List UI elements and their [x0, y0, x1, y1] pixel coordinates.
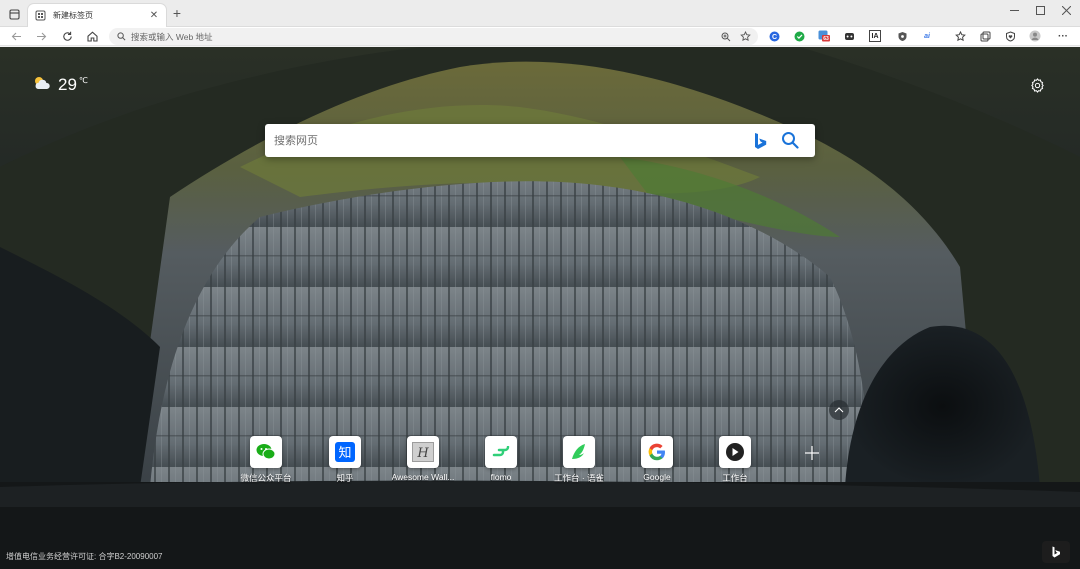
- quicklink-label: flomo: [490, 472, 512, 482]
- weather-widget[interactable]: 29 ℃: [32, 75, 88, 95]
- search-icon[interactable]: [781, 131, 799, 149]
- browser-toolbar: C 63 IA ai ···: [0, 27, 1080, 46]
- quicklink-label: Awesome Wall...: [391, 472, 455, 482]
- workbench-icon: [719, 436, 751, 468]
- svg-text:63: 63: [823, 36, 829, 42]
- address-input[interactable]: [131, 31, 691, 42]
- add-quicklink-button[interactable]: [800, 441, 824, 465]
- arrow-left-icon: [11, 32, 21, 40]
- ia-ext-label: IA: [871, 32, 879, 40]
- home-icon: [86, 30, 98, 42]
- badge-ext-icon[interactable]: 63: [818, 30, 830, 42]
- flomo-icon: [485, 436, 517, 468]
- quicklink-yuque[interactable]: 工作台 · 语雀: [543, 436, 615, 484]
- page-settings-button[interactable]: [1028, 76, 1046, 94]
- awesome-wallpaper-icon: H: [407, 436, 439, 468]
- translate-ext-label: ai: [924, 32, 930, 40]
- svg-text:C: C: [771, 34, 776, 41]
- svg-text:H: H: [416, 446, 429, 461]
- refresh-icon: [62, 31, 72, 41]
- shield-ext-icon[interactable]: [793, 30, 805, 42]
- quicklink-zhihu[interactable]: 知 知乎: [309, 436, 381, 484]
- ia-ext-icon[interactable]: IA: [869, 30, 881, 42]
- add-favorite-icon[interactable]: [739, 30, 752, 43]
- new-tab-page: 29 ℃ 微信公众平台 知 知乎: [0, 47, 1080, 569]
- quicklink-workbench[interactable]: 工作台: [699, 436, 771, 484]
- search-input[interactable]: [274, 134, 744, 147]
- maximize-icon: [1035, 5, 1045, 15]
- minimize-icon: [1009, 9, 1019, 11]
- temperature: 29: [58, 75, 77, 94]
- new-tab-button[interactable]: +: [170, 6, 184, 22]
- temperature-unit: ℃: [78, 76, 88, 85]
- gear-icon: [1030, 77, 1044, 93]
- quicklink-label: 知乎: [336, 473, 354, 483]
- favorites-star-icon: [954, 30, 966, 41]
- tab-close-icon[interactable]: ✕: [148, 10, 160, 22]
- tab-new-tab[interactable]: 新建标签页 ✕: [28, 4, 166, 27]
- chevron-up-icon: [834, 407, 844, 413]
- close-icon: [1061, 5, 1071, 15]
- heart-shield-icon: [1005, 30, 1015, 42]
- vpn-ext-icon[interactable]: [896, 30, 908, 42]
- zoom-icon[interactable]: [719, 30, 732, 43]
- bing-icon: [1052, 546, 1060, 558]
- profile-button[interactable]: [1029, 30, 1041, 42]
- refresh-button[interactable]: [59, 28, 75, 44]
- collapse-quicklinks-button[interactable]: [829, 400, 849, 420]
- minimize-button[interactable]: [1003, 0, 1025, 20]
- copilot-ext-icon[interactable]: C: [768, 30, 780, 42]
- web-search-box: [265, 124, 815, 157]
- forward-button[interactable]: [33, 28, 49, 44]
- tab-actions-button[interactable]: [6, 6, 22, 22]
- title-bar: 新建标签页 ✕ +: [0, 0, 1080, 27]
- quicklink-wechat-mp[interactable]: 微信公众平台: [230, 436, 302, 484]
- arrow-right-icon: [36, 32, 46, 40]
- back-button[interactable]: [8, 28, 24, 44]
- svg-text:知: 知: [338, 445, 351, 461]
- quicklink-label: Google: [643, 472, 671, 482]
- new-tab-page-icon: [34, 10, 46, 22]
- close-window-button[interactable]: [1055, 0, 1077, 20]
- plus-icon: [805, 446, 819, 460]
- ellipsis-icon: ···: [1058, 30, 1068, 42]
- quicklink-google[interactable]: Google: [621, 436, 693, 482]
- license-text: 增值电信业务经营许可证: 合字B2-20090007: [6, 552, 163, 561]
- partly-cloudy-icon: [35, 77, 50, 89]
- avatar: [1029, 30, 1041, 42]
- collections-button[interactable]: [979, 30, 991, 42]
- tab-title: 新建标签页: [53, 11, 93, 20]
- google-icon: [641, 436, 673, 468]
- more-menu-button[interactable]: ···: [1057, 30, 1069, 42]
- quicklink-label: 微信公众平台: [240, 473, 292, 483]
- wechat-icon: [250, 436, 282, 468]
- favorites-button[interactable]: [954, 30, 966, 42]
- search-icon: [117, 32, 126, 41]
- quicklink-awesome-wallpaper[interactable]: H Awesome Wall...: [387, 436, 459, 482]
- quicklink-label: 工作台: [722, 473, 748, 483]
- zhihu-icon: 知: [329, 436, 361, 468]
- yuque-icon: [563, 436, 595, 468]
- bing-icon[interactable]: [752, 132, 768, 150]
- collections-icon: [980, 31, 990, 41]
- browser-essentials-button[interactable]: [1004, 30, 1016, 42]
- bing-image-info-button[interactable]: [1042, 541, 1070, 563]
- quicklink-flomo[interactable]: flomo: [465, 436, 537, 482]
- translate-ext-icon[interactable]: ai: [921, 30, 933, 42]
- home-button[interactable]: [84, 28, 100, 44]
- address-bar[interactable]: [109, 28, 758, 45]
- tab-actions-icon: [8, 8, 20, 20]
- game-ext-icon[interactable]: [843, 30, 855, 42]
- maximize-button[interactable]: [1029, 0, 1051, 20]
- quicklink-label: 工作台 · 语雀: [553, 473, 605, 483]
